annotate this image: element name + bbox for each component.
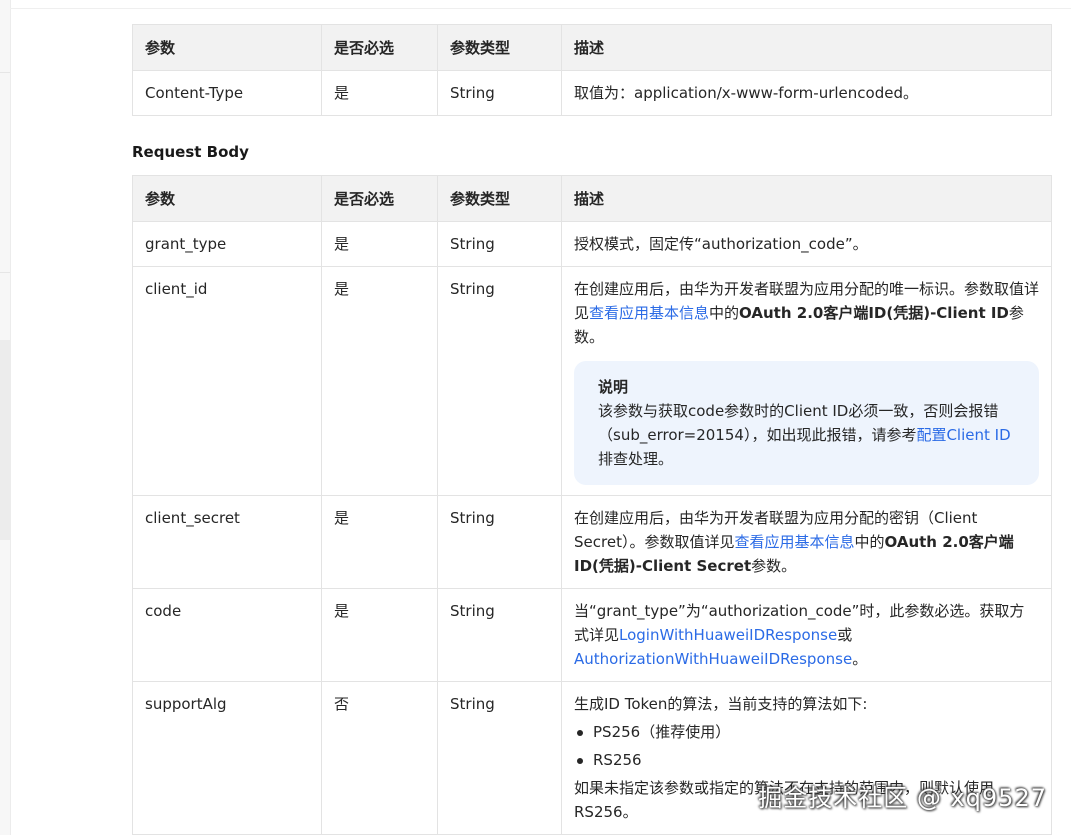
table-row: Content-Type 是 String 取值为：application/x-… <box>132 70 1052 116</box>
request-body-table: 参数 是否必选 参数类型 描述 grant_type 是 String 授权模式… <box>132 175 1052 835</box>
param-required: 是 <box>321 221 438 267</box>
desc-text: 。 <box>852 650 868 668</box>
param-name: grant_type <box>132 221 322 267</box>
desc-text: 中的 <box>709 304 740 322</box>
param-desc: 取值为：application/x-www-form-urlencoded。 <box>561 70 1052 116</box>
watermark: 掘金技术社区 @ xq9527 <box>758 784 1047 812</box>
param-type: String <box>437 681 562 835</box>
col-header-param: 参数 <box>132 24 322 71</box>
view-app-info-link[interactable]: 查看应用基本信息 <box>734 533 854 551</box>
param-required: 是 <box>321 266 438 496</box>
param-desc: 在创建应用后，由华为开发者联盟为应用分配的密钥（Client Secret）。参… <box>561 495 1052 589</box>
table-row: grant_type 是 String 授权模式，固定传“authorizati… <box>132 221 1052 267</box>
col-header-type: 参数类型 <box>437 24 562 71</box>
param-type: String <box>437 588 562 682</box>
col-header-param: 参数 <box>132 175 322 222</box>
param-name: client_id <box>132 266 322 496</box>
param-type: String <box>437 495 562 589</box>
desc-text: 中的 <box>854 533 885 551</box>
header-params-table: 参数 是否必选 参数类型 描述 Content-Type 是 String 取值… <box>132 24 1052 116</box>
table-header-row: 参数 是否必选 参数类型 描述 <box>132 175 1052 222</box>
configure-client-id-link[interactable]: 配置Client ID <box>916 426 1010 444</box>
alg-list: PS256（推荐使用） RS256 <box>574 720 1039 772</box>
table-header-row: 参数 是否必选 参数类型 描述 <box>132 24 1052 71</box>
param-name: Content-Type <box>132 70 322 116</box>
list-item: PS256（推荐使用） <box>574 720 1039 744</box>
note-title: 说明 <box>598 378 629 396</box>
note-text: 排查处理。 <box>598 450 674 468</box>
table-row: client_secret 是 String 在创建应用后，由华为开发者联盟为应… <box>132 495 1052 589</box>
param-desc: 授权模式，固定传“authorization_code”。 <box>561 221 1052 267</box>
desc-text: 或 <box>837 626 853 644</box>
param-type: String <box>437 70 562 116</box>
param-name: supportAlg <box>132 681 322 835</box>
col-header-required: 是否必选 <box>321 175 438 222</box>
param-name: code <box>132 588 322 682</box>
table-row: code 是 String 当“grant_type”为“authorizati… <box>132 588 1052 682</box>
param-name: client_secret <box>132 495 322 589</box>
col-header-type: 参数类型 <box>437 175 562 222</box>
col-header-required: 是否必选 <box>321 24 438 71</box>
left-sidebar-edge <box>0 0 11 835</box>
view-app-info-link[interactable]: 查看应用基本信息 <box>589 304 709 322</box>
param-desc: 在创建应用后，由华为开发者联盟为应用分配的唯一标识。参数取值详见查看应用基本信息… <box>561 266 1052 496</box>
note-box: 说明 该参数与获取code参数时的Client ID必须一致，否则会报错（sub… <box>574 361 1039 485</box>
param-required: 是 <box>321 495 438 589</box>
login-response-link[interactable]: LoginWithHuaweiIDResponse <box>619 626 837 644</box>
param-type: String <box>437 266 562 496</box>
table-row: client_id 是 String 在创建应用后，由华为开发者联盟为应用分配的… <box>132 266 1052 496</box>
col-header-desc: 描述 <box>561 24 1052 71</box>
param-required: 是 <box>321 70 438 116</box>
param-type: String <box>437 221 562 267</box>
param-desc: 当“grant_type”为“authorization_code”时，此参数必… <box>561 588 1052 682</box>
param-required: 否 <box>321 681 438 835</box>
param-required: 是 <box>321 588 438 682</box>
desc-text: 参数。 <box>751 557 797 575</box>
desc-bold: OAuth 2.0客户端ID(凭据)-Client ID <box>739 304 1009 322</box>
note-body: 该参数与获取code参数时的Client ID必须一致，否则会报错（sub_er… <box>598 399 1015 471</box>
section-title-request-body: Request Body <box>132 143 249 161</box>
desc-text: 生成ID Token的算法，当前支持的算法如下: <box>574 695 868 713</box>
top-divider <box>10 8 1071 9</box>
list-item: RS256 <box>574 748 1039 772</box>
authorization-response-link[interactable]: AuthorizationWithHuaweiIDResponse <box>574 650 852 668</box>
col-header-desc: 描述 <box>561 175 1052 222</box>
